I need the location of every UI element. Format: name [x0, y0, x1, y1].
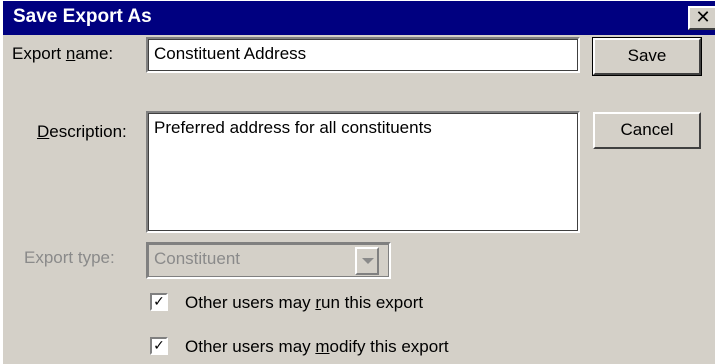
check-icon: ✓ [153, 337, 165, 353]
export-name-input[interactable]: Constituent Address [146, 37, 580, 73]
description-textarea[interactable]: Preferred address for all constituents [146, 111, 580, 233]
description-label: Description: [37, 122, 127, 141]
export-name-label: Export name: [12, 44, 114, 63]
title-bar[interactable]: Save Export As ✕ [3, 1, 715, 35]
allow-modify-checkbox[interactable]: ✓ [150, 337, 168, 355]
allow-modify-label[interactable]: Other users may modify this export [185, 337, 449, 357]
close-button[interactable]: ✕ [688, 6, 715, 30]
export-type-label: Export type: [24, 248, 115, 267]
export-type-select: Constituent [146, 242, 391, 279]
chevron-down-icon [355, 247, 379, 275]
check-icon: ✓ [153, 293, 165, 309]
save-button[interactable]: Save [592, 37, 702, 76]
close-icon: ✕ [695, 7, 711, 27]
cancel-button[interactable]: Cancel [593, 112, 701, 149]
dialog-title: Save Export As [13, 6, 152, 27]
save-export-dialog: Save Export As ✕ Export name: Constituen… [2, 0, 715, 364]
allow-run-label[interactable]: Other users may run this export [185, 293, 423, 313]
export-type-value: Constituent [154, 249, 240, 268]
allow-run-checkbox[interactable]: ✓ [150, 293, 168, 311]
